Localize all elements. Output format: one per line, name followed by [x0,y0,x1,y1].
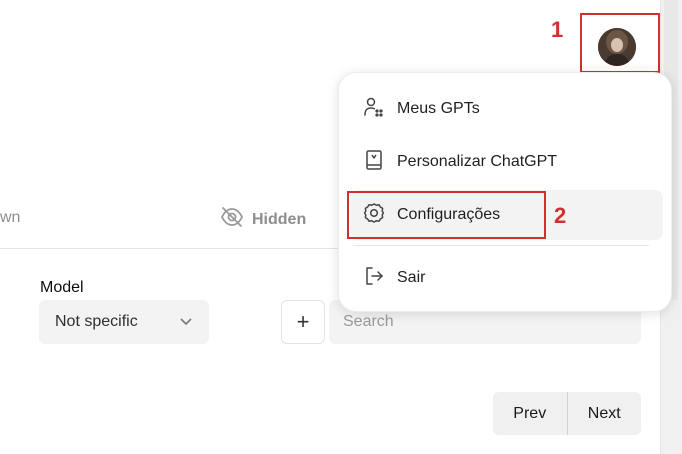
chevron-down-icon [179,313,193,331]
hidden-filter-label: Hidden [252,210,307,228]
pager: Prev Next [493,392,641,435]
menu-item-personalizar[interactable]: Personalizar ChatGPT [351,137,663,187]
configuracoes-highlight-box [347,191,546,239]
model-select[interactable]: Not specific [39,300,209,344]
menu-item-label: Sair [397,269,426,286]
prev-button[interactable]: Prev [493,392,567,435]
menu-item-label: Personalizar ChatGPT [397,153,558,170]
logout-icon [363,265,385,292]
book-icon [363,149,385,176]
filter-tab-partial[interactable]: wn [0,209,20,227]
eye-off-icon [220,206,244,233]
step-2-badge: 2 [554,203,567,228]
next-button[interactable]: Next [568,392,642,435]
menu-item-label: Meus GPTs [397,100,480,117]
menu-item-meus-gpts[interactable]: Meus GPTs [351,84,663,134]
model-label: Model [40,279,84,296]
add-button[interactable]: + [281,300,325,344]
model-select-value: Not specific [55,313,138,330]
menu-divider [353,245,649,246]
step-1-badge: 1 [551,17,564,42]
user-apps-icon [363,96,385,123]
menu-item-sair[interactable]: Sair [351,253,663,303]
hidden-filter-tab[interactable]: Hidden [220,206,306,233]
avatar[interactable] [598,28,636,66]
